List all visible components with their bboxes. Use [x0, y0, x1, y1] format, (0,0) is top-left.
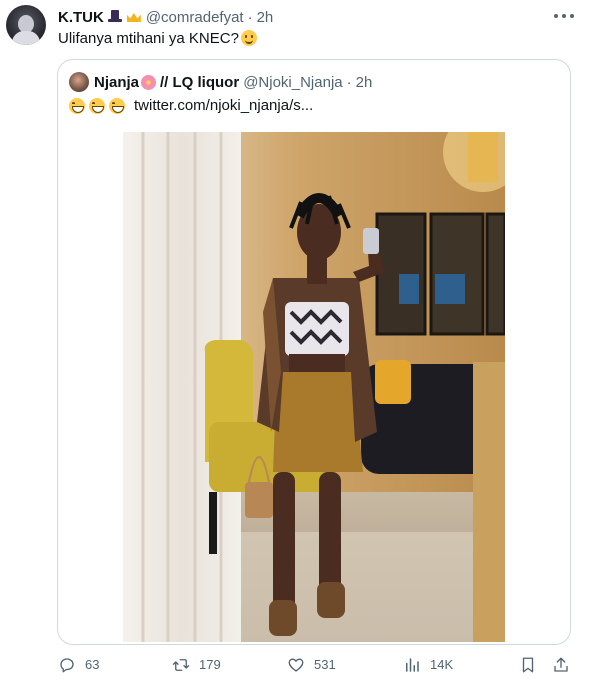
- grinning-face-emoji-icon: [109, 97, 125, 114]
- more-icon[interactable]: [554, 8, 574, 24]
- retweet-icon: [172, 659, 190, 671]
- tweet-text: Ulifanya mtihani ya KNEC?: [58, 30, 257, 47]
- retweet-button[interactable]: 179: [172, 654, 221, 676]
- smiling-face-emoji-icon: [240, 30, 257, 46]
- tweet[interactable]: K.TUK @comradefyat · 2h Ulifanya mtihani…: [0, 0, 592, 690]
- grinning-face-emoji-icon: [89, 97, 105, 114]
- analytics-icon: [406, 658, 419, 672]
- avatar-body: [12, 31, 40, 45]
- quoted-tweet-header: Njanja // LQ liquor @Njoki_Njanja · 2h: [69, 72, 372, 92]
- photo-illustration: [123, 132, 505, 642]
- quoted-link[interactable]: twitter.com/njoki_njanja/s...: [134, 97, 313, 114]
- action-bar: 63 179 531 14K: [58, 654, 578, 676]
- tweet-text-content: Ulifanya mtihani ya KNEC?: [58, 30, 239, 47]
- like-button[interactable]: 531: [287, 654, 336, 676]
- timestamp[interactable]: 2h: [257, 9, 274, 26]
- bookmark-button[interactable]: [519, 654, 546, 676]
- reply-icon: [60, 658, 74, 673]
- views-count: 14K: [430, 657, 454, 672]
- like-count: 531: [314, 657, 336, 672]
- top-hat-emoji-icon: [107, 10, 122, 24]
- grinning-face-emoji-icon: [69, 97, 85, 114]
- views-button[interactable]: 14K: [403, 654, 453, 676]
- retweet-count: 179: [199, 657, 221, 672]
- heart-icon: [288, 658, 304, 672]
- more-dot: [554, 14, 558, 18]
- display-name[interactable]: K.TUK: [58, 9, 104, 26]
- quoted-display-name-part1: Njanja: [94, 73, 140, 91]
- hibiscus-emoji-icon: [141, 74, 157, 90]
- share-button[interactable]: [552, 654, 579, 676]
- quoted-handle: @Njoki_Njanja: [243, 73, 343, 91]
- quoted-separator-dot: ·: [346, 73, 352, 91]
- more-dot: [562, 14, 566, 18]
- quoted-avatar: [69, 72, 89, 92]
- handle[interactable]: @comradefyat: [146, 9, 244, 26]
- quoted-timestamp: 2h: [355, 73, 373, 91]
- share-icon: [554, 657, 568, 672]
- tweet-header: K.TUK @comradefyat · 2h: [58, 7, 552, 27]
- crown-emoji-icon: [126, 10, 142, 24]
- quoted-photo[interactable]: [123, 132, 505, 642]
- bookmark-icon: [522, 657, 534, 673]
- avatar[interactable]: [6, 5, 46, 45]
- quoted-display-name-part2: // LQ liquor: [160, 73, 240, 91]
- quoted-tweet-text: twitter.com/njoki_njanja/s...: [69, 97, 313, 114]
- reply-count: 63: [85, 657, 100, 672]
- reply-button[interactable]: 63: [58, 654, 99, 676]
- separator-dot: ·: [247, 8, 253, 26]
- more-dot: [570, 14, 574, 18]
- quoted-tweet[interactable]: Njanja // LQ liquor @Njoki_Njanja · 2h t…: [57, 59, 571, 645]
